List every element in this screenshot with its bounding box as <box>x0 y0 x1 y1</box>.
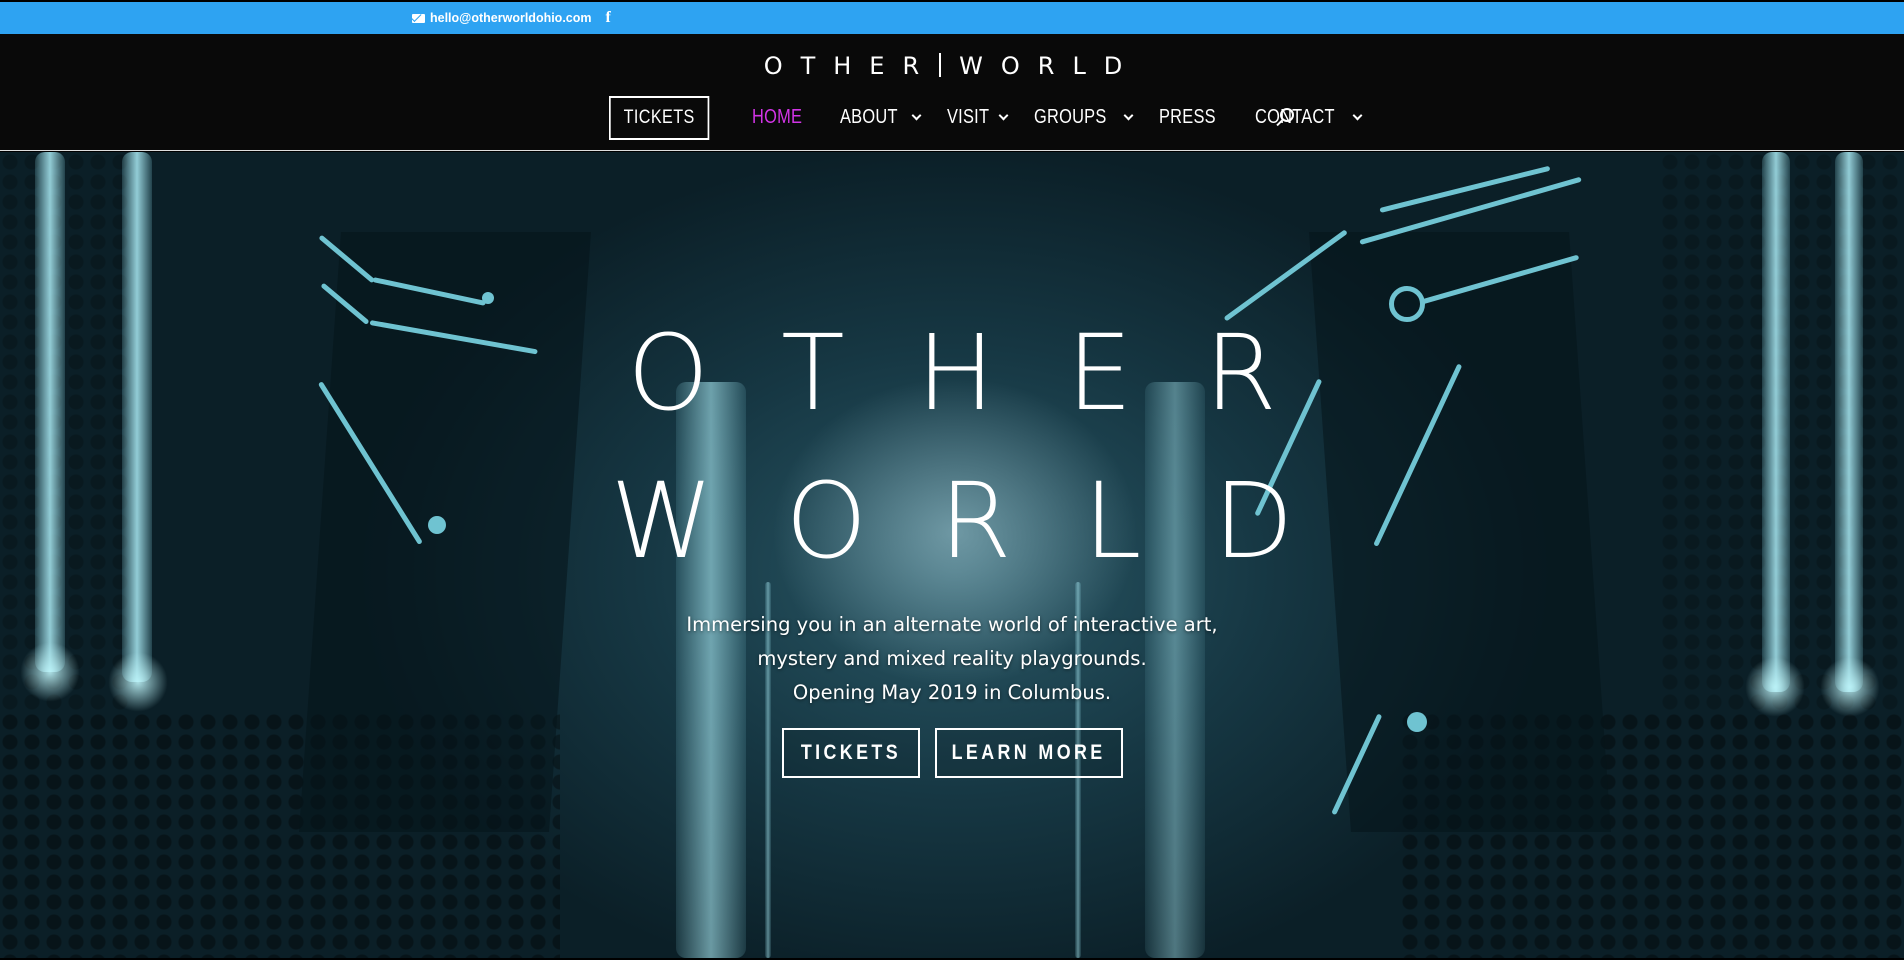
hero-buttons: TICKETS LEARN MORE <box>782 728 1123 778</box>
nav-item-visit[interactable]: VISIT <box>946 106 1009 129</box>
nav-label: CONTACT <box>1254 106 1335 128</box>
logo-divider <box>939 53 942 77</box>
nav-item-contact[interactable]: CONTACT <box>1254 106 1363 129</box>
top-bar: hello@otherworldohio.com f <box>0 2 1904 34</box>
nav-item-about[interactable]: ABOUT <box>840 106 922 129</box>
nav-label: GROUPS <box>1034 106 1107 128</box>
contact-email[interactable]: hello@otherworldohio.com <box>412 11 592 25</box>
email-text[interactable]: hello@otherworldohio.com <box>430 11 592 25</box>
nav-tickets-label: TICKETS <box>623 106 695 128</box>
hero-section: OTHER WORLD Immersing you in an alternat… <box>0 152 1904 958</box>
hero-description: Immersing you in an alternate world of i… <box>0 608 1904 710</box>
circuit-node <box>482 292 494 304</box>
chevron-down-icon <box>998 110 1009 121</box>
chevron-down-icon <box>911 110 922 121</box>
nav-label: VISIT <box>946 106 989 128</box>
nav-label: PRESS <box>1158 106 1216 128</box>
hero-text-line1: Immersing you in an alternate world of i… <box>686 613 1218 636</box>
circuit-line <box>1379 165 1551 213</box>
circuit-node <box>1407 712 1427 732</box>
logo-word-other: OTHER <box>763 52 938 80</box>
hero-text-line3: Opening May 2019 in Columbus. <box>792 681 1112 704</box>
hero-text-line2: mystery and mixed reality playgrounds. <box>757 647 1147 670</box>
main-nav: TICKETS HOME ABOUT VISIT GROUPS PRESS CO… <box>609 95 1388 140</box>
site-header: OTHER WORLD TICKETS HOME ABOUT VISIT GROU… <box>0 34 1904 151</box>
chevron-down-icon <box>1123 110 1134 121</box>
site-logo[interactable]: OTHER WORLD <box>0 52 1904 80</box>
logo-word-world: WORLD <box>959 52 1141 80</box>
facebook-icon[interactable]: f <box>606 9 611 27</box>
hero-title-line1: OTHER <box>627 312 1349 434</box>
nav-label: ABOUT <box>840 106 898 128</box>
mail-icon <box>412 13 425 23</box>
button-label: TICKETS <box>800 741 902 764</box>
button-label: LEARN MORE <box>951 741 1106 764</box>
nav-item-home[interactable]: HOME <box>752 106 813 129</box>
nav-item-groups[interactable]: GROUPS <box>1034 106 1134 129</box>
hero-tickets-button[interactable]: TICKETS <box>782 728 920 778</box>
nav-tickets-button[interactable]: TICKETS <box>609 95 710 140</box>
hero-title-line2: WORLD <box>610 460 1366 582</box>
learn-more-button[interactable]: LEARN MORE <box>935 728 1123 778</box>
search-icon[interactable] <box>1280 108 1294 122</box>
nav-item-press[interactable]: PRESS <box>1159 106 1228 129</box>
nav-label: HOME <box>752 106 803 128</box>
chevron-down-icon <box>1352 110 1363 121</box>
